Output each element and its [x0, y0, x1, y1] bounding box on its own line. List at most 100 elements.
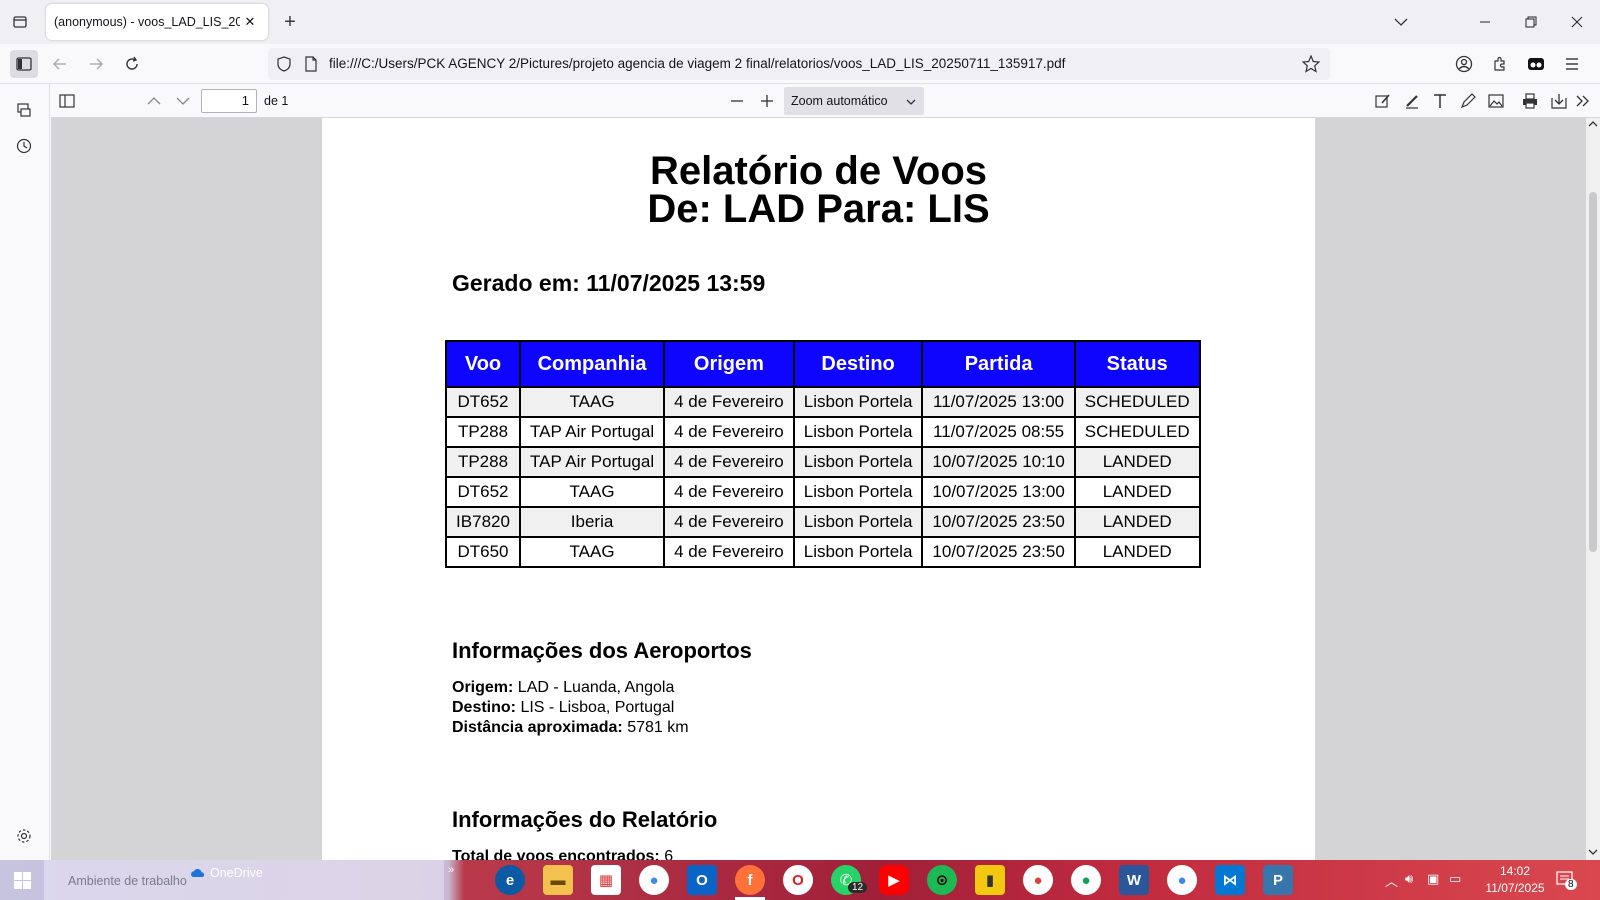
column-header: Partida: [921, 340, 1076, 388]
minimize-button[interactable]: [1471, 8, 1499, 36]
meet-camera-icon[interactable]: ▣: [1427, 871, 1439, 887]
zoom-out-icon[interactable]: [725, 89, 749, 113]
windows-taskbar: Ambiente de trabalho OneDrive » e ▬ ▦ ● …: [0, 860, 1600, 900]
page-number-input[interactable]: 1: [201, 89, 257, 113]
add-image-icon[interactable]: [1484, 89, 1508, 113]
chrome-profile-icon[interactable]: ●: [1023, 865, 1053, 895]
microsoft-store-icon[interactable]: ▦: [591, 865, 621, 895]
table-cell: 4 de Fevereiro: [663, 386, 795, 418]
total-flights-value: 6: [664, 848, 674, 860]
next-page-chevron-icon[interactable]: [171, 89, 195, 113]
windows-start-icon[interactable]: [14, 872, 31, 894]
table-cell: Lisbon Portela: [792, 506, 924, 538]
table-cell: TAP Air Portugal: [518, 446, 666, 478]
table-cell: TAAG: [518, 476, 666, 508]
zoom-select[interactable]: Zoom automático: [784, 87, 924, 115]
vscode-icon[interactable]: ⋈: [1215, 865, 1245, 895]
tab-close-icon[interactable]: ✕: [240, 12, 260, 32]
column-header: Destino: [792, 340, 924, 388]
table-cell: Lisbon Portela: [792, 476, 924, 508]
tab-title: (anonymous) - voos_LAD_LIS_20250711_1359…: [54, 15, 240, 29]
tools-more-double-chevron-icon[interactable]: [1571, 89, 1595, 113]
table-row: DT652 TAAG 4 de Fevereiro Lisbon Portela…: [445, 476, 1201, 508]
menu-hamburger-icon[interactable]: [1558, 50, 1586, 78]
column-header: Companhia: [518, 340, 666, 388]
edge-icon[interactable]: e: [495, 865, 525, 895]
url-text[interactable]: file:///C:/Users/PCK AGENCY 2/Pictures/p…: [329, 56, 1065, 71]
shield-icon[interactable]: [276, 56, 292, 77]
show-hidden-icons-chevron-icon[interactable]: ︿: [1385, 871, 1398, 890]
scroll-thumb[interactable]: [1589, 192, 1597, 552]
reload-icon[interactable]: [118, 50, 146, 78]
vertical-scrollbar[interactable]: [1586, 118, 1600, 860]
onedrive-label: OneDrive: [210, 866, 263, 880]
text-tool-icon[interactable]: [1428, 89, 1452, 113]
previous-page-chevron-icon[interactable]: [142, 89, 166, 113]
tab-active[interactable]: (anonymous) - voos_LAD_LIS_20250711_1359…: [46, 4, 268, 40]
list-all-tabs-icon[interactable]: [8, 10, 32, 34]
notifications-icon[interactable]: 8: [1556, 870, 1577, 893]
clock-time[interactable]: 14:02: [1480, 864, 1550, 878]
python-icon[interactable]: P: [1263, 865, 1293, 895]
youtube-icon[interactable]: ▶: [879, 865, 909, 895]
account-icon[interactable]: [1450, 50, 1478, 78]
word-icon[interactable]: W: [1119, 865, 1149, 895]
synced-tabs-icon[interactable]: [8, 94, 40, 126]
print-icon[interactable]: [1518, 89, 1542, 113]
table-cell: Lisbon Portela: [792, 416, 924, 448]
speaker-icon[interactable]: 🔊︎: [1405, 871, 1413, 887]
table-cell: Lisbon Portela: [792, 536, 924, 568]
chrome-icon[interactable]: ●: [639, 865, 669, 895]
zoom-select-value: Zoom automático: [791, 94, 888, 108]
chrome-profile-3-icon[interactable]: ●: [1167, 865, 1197, 895]
clock-date[interactable]: 11/07/2025: [1480, 881, 1550, 895]
table-cell: TP288: [445, 446, 521, 478]
history-clock-icon[interactable]: [8, 130, 40, 162]
power-bi-icon[interactable]: ▮: [975, 865, 1005, 895]
outlook-icon[interactable]: O: [687, 865, 717, 895]
vpn-shield-icon[interactable]: ⊙: [927, 865, 957, 895]
table-row: DT652 TAAG 4 de Fevereiro Lisbon Portela…: [445, 386, 1201, 418]
table-cell: SCHEDULED: [1073, 416, 1201, 448]
edit-annotation-icon[interactable]: [1371, 89, 1395, 113]
new-tab-button[interactable]: +: [278, 10, 302, 34]
distance-line: Distância aproximada: 5781 km: [452, 719, 689, 737]
bookmark-star-icon[interactable]: [1301, 54, 1321, 78]
table-cell: TAAG: [518, 536, 666, 568]
forward-arrow-icon[interactable]: [82, 50, 110, 78]
chevron-down-icon: [906, 95, 916, 109]
pdf-sidebar-toggle-icon[interactable]: [55, 89, 79, 113]
table-cell: 11/07/2025 13:00: [921, 386, 1076, 418]
chrome-profile-2-icon[interactable]: ●: [1071, 865, 1101, 895]
network-icon[interactable]: ▭: [1449, 871, 1461, 887]
double-chevron-icon[interactable]: »: [448, 864, 454, 876]
table-cell: TAAG: [518, 386, 666, 418]
zoom-in-icon[interactable]: [755, 89, 779, 113]
opera-icon[interactable]: O: [783, 865, 813, 895]
table-row: IB7820 Iberia 4 de Fevereiro Lisbon Port…: [445, 506, 1201, 538]
highlight-icon[interactable]: [1400, 89, 1424, 113]
generated-timestamp: Gerado em: 11/07/2025 13:59: [452, 270, 766, 296]
settings-gear-icon[interactable]: [8, 820, 40, 852]
save-download-icon[interactable]: [1547, 89, 1571, 113]
table-row: TP288 TAP Air Portugal 4 de Fevereiro Li…: [445, 416, 1201, 448]
restore-button[interactable]: [1517, 8, 1545, 36]
table-row: TP288 TAP Air Portugal 4 de Fevereiro Li…: [445, 446, 1201, 478]
table-cell: 10/07/2025 10:10: [921, 446, 1076, 478]
table-cell: 4 de Fevereiro: [663, 536, 795, 568]
file-explorer-icon[interactable]: ▬: [543, 865, 573, 895]
url-bar[interactable]: file:///C:/Users/PCK AGENCY 2/Pictures/p…: [268, 48, 1330, 80]
pdf-viewer[interactable]: Relatório de Voos De: LAD Para: LIS Gera…: [51, 118, 1586, 860]
extensions-puzzle-icon[interactable]: [1486, 50, 1514, 78]
tab-overflow-chevron-icon[interactable]: [1387, 8, 1415, 36]
close-window-button[interactable]: [1563, 8, 1591, 36]
file-icon: [304, 56, 318, 77]
firefox-icon[interactable]: f: [735, 865, 765, 895]
onedrive-widget[interactable]: OneDrive: [190, 866, 263, 880]
extension-glasses-icon[interactable]: [1522, 50, 1550, 78]
back-arrow-icon[interactable]: [46, 50, 74, 78]
draw-pen-icon[interactable]: [1456, 89, 1480, 113]
column-header: Voo: [445, 340, 521, 388]
sidebar-toggle-icon[interactable]: [10, 50, 38, 78]
taskbar-search-box[interactable]: Ambiente de trabalho OneDrive: [44, 860, 444, 900]
